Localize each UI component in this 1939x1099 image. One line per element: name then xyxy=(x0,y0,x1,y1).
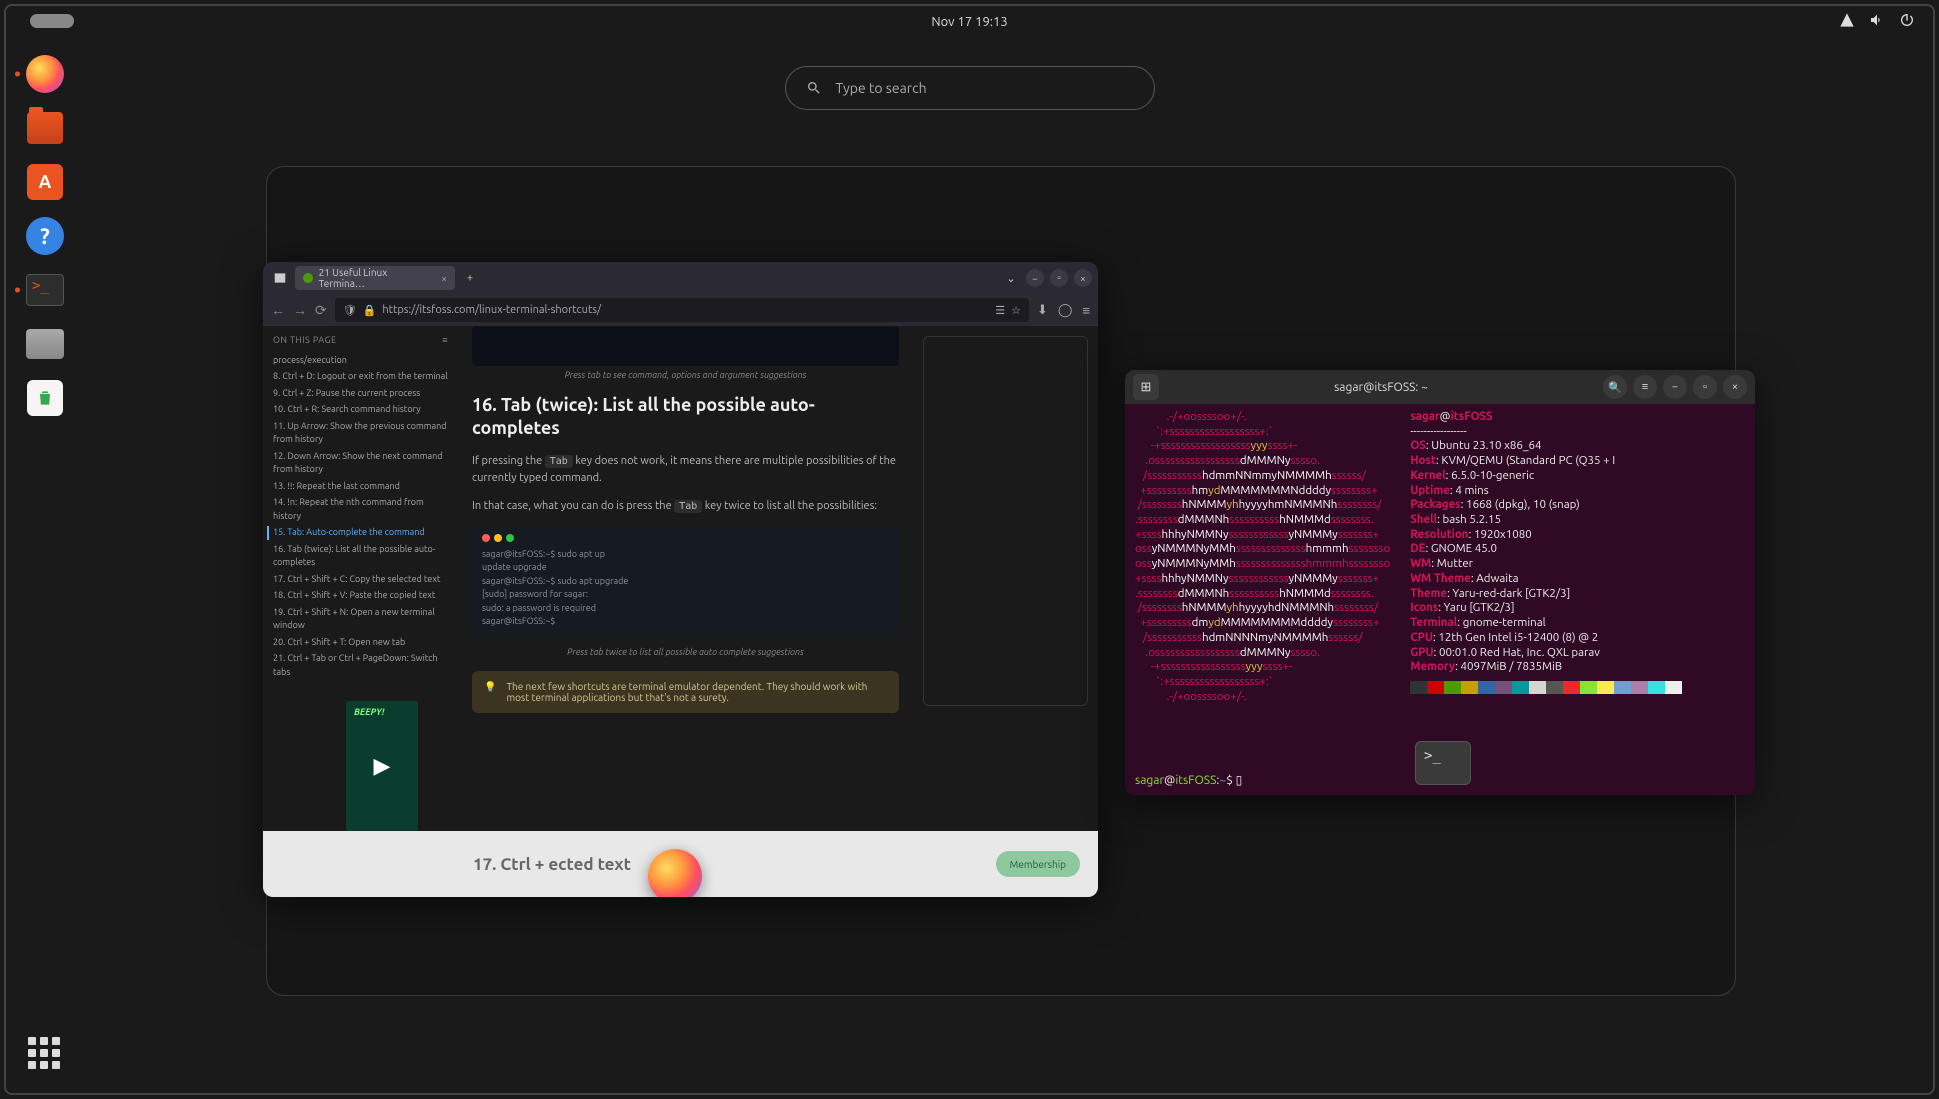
activities-pill[interactable] xyxy=(30,14,74,28)
firefox-icon xyxy=(648,849,702,897)
neofetch-ascii: .-/+oossssoo+/-. `:+ssssssssssssssssss+:… xyxy=(1135,410,1390,789)
new-tab-button[interactable]: + xyxy=(459,267,481,289)
dock-disks[interactable] xyxy=(23,322,67,366)
membership-button[interactable]: Membership xyxy=(996,851,1080,877)
terminal-thumbnail-icon: >_ xyxy=(1415,741,1471,785)
terminal-window[interactable]: ⊞ sagar@itsFOSS: ~ 🔍 ≡ − ▫ × .-/+oosssso… xyxy=(1125,370,1755,795)
toc-item[interactable]: 11. Up Arrow: Show the previous command … xyxy=(273,420,448,447)
tabs-dropdown[interactable]: ⌄ xyxy=(1000,267,1022,289)
software-icon xyxy=(27,164,63,200)
toc-item[interactable]: 14. !n: Repeat the nth command from hist… xyxy=(273,496,448,523)
firefox-icon xyxy=(26,55,64,93)
code-block: sagar@itsFOSS:~$ sudo apt upupdate upgra… xyxy=(472,526,899,637)
video-thumbnail[interactable]: BEEPY! xyxy=(346,701,418,831)
terminal-output[interactable]: .-/+oossssoo+/-. `:+ssssssssssssssssss+:… xyxy=(1125,404,1755,795)
toc-header: ON THIS PAGE xyxy=(273,334,337,348)
toc-toggle[interactable]: ≡ xyxy=(442,334,448,348)
reader-icon[interactable]: ☰ xyxy=(995,304,1005,317)
status-tray[interactable] xyxy=(1839,12,1915,28)
firefox-window[interactable]: 21 Useful Linux Termina… × + ⌄ − ▫ × ← →… xyxy=(263,262,1098,897)
show-apps-button[interactable] xyxy=(28,1037,60,1069)
clock[interactable]: Nov 17 19:13 xyxy=(931,15,1007,29)
toc-item[interactable]: 21. Ctrl + Tab or Ctrl + PageDown: Switc… xyxy=(273,652,448,679)
search-icon xyxy=(806,80,822,96)
toc-item[interactable]: 13. !!: Repeat the last command xyxy=(273,480,448,494)
toc-item[interactable]: 19. Ctrl + Shift + N: Open a new termina… xyxy=(273,606,448,633)
tab-close[interactable]: × xyxy=(441,273,447,284)
menu-icon[interactable]: ≡ xyxy=(1082,303,1090,318)
heading-16: 16. Tab (twice): List all the possible a… xyxy=(472,394,899,441)
toc-item[interactable]: 16. Tab (twice): List all the possible a… xyxy=(273,543,448,570)
dock-trash[interactable] xyxy=(23,376,67,420)
power-icon xyxy=(1899,12,1915,28)
forward-button[interactable]: → xyxy=(293,302,307,318)
close-button[interactable]: × xyxy=(1074,269,1092,287)
article-footer: BEEPY! 17. Ctrl + ected text Membership xyxy=(263,831,1098,897)
paragraph: In that case, what you can do is press t… xyxy=(472,498,899,516)
search-placeholder: Type to search xyxy=(836,80,927,96)
lock-icon: 🔒 xyxy=(363,304,377,317)
address-bar[interactable]: 🛡 🔒 https://itsfoss.com/linux-terminal-s… xyxy=(335,298,1029,322)
maximize-button[interactable]: ▫ xyxy=(1693,375,1717,399)
article-body: Press tab to see command, options and ar… xyxy=(458,326,913,897)
browser-tab[interactable]: 21 Useful Linux Termina… × xyxy=(295,266,455,290)
caption: Press tab to see command, options and ar… xyxy=(472,370,899,380)
note-box: 💡 The next few shortcuts are terminal em… xyxy=(472,671,899,713)
toc-item[interactable]: 12. Down Arrow: Show the next command fr… xyxy=(273,450,448,477)
toc-item[interactable]: process/execution xyxy=(273,354,448,368)
network-icon xyxy=(1839,12,1855,28)
files-icon xyxy=(27,112,63,144)
paragraph: If pressing the Tab key does not work, i… xyxy=(472,453,899,488)
toc-item[interactable]: 17. Ctrl + Shift + C: Copy the selected … xyxy=(273,573,448,587)
caption: Press tab twice to list all possible aut… xyxy=(472,647,899,657)
new-tab-button[interactable]: ⊞ xyxy=(1133,374,1159,400)
terminal-prompt[interactable]: sagar@itsFOSS:~$ ▯ xyxy=(1135,773,1242,787)
terminal-title: sagar@itsFOSS: ~ xyxy=(1167,381,1595,394)
toc-item[interactable]: 8. Ctrl + D: Logout or exit from the ter… xyxy=(273,370,448,384)
shield-icon: 🛡 xyxy=(343,304,357,317)
search-button[interactable]: 🔍 xyxy=(1603,375,1627,399)
heading-17: 17. Ctrl + ected text xyxy=(473,855,631,874)
dock: ? >_ xyxy=(16,52,74,1083)
dock-firefox[interactable] xyxy=(23,52,67,96)
firefox-tabbar: 21 Useful Linux Termina… × + ⌄ − ▫ × xyxy=(263,262,1098,294)
overview-search[interactable]: Type to search xyxy=(785,66,1155,110)
toc-item[interactable]: 18. Ctrl + Shift + V: Paste the copied t… xyxy=(273,589,448,603)
minimize-button[interactable]: − xyxy=(1026,269,1044,287)
gnome-topbar: Nov 17 19:13 xyxy=(6,6,1933,38)
minimize-button[interactable]: − xyxy=(1663,375,1687,399)
close-button[interactable]: × xyxy=(1723,375,1747,399)
url-text: https://itsfoss.com/linux-terminal-short… xyxy=(382,304,601,316)
idea-icon: 💡 xyxy=(484,681,496,693)
toc-item[interactable]: 15. Tab: Auto-complete the command xyxy=(267,526,448,540)
dock-help[interactable]: ? xyxy=(23,214,67,258)
help-icon: ? xyxy=(26,217,64,255)
bookmark-icon[interactable]: ☆ xyxy=(1011,304,1021,317)
terminal-headerbar: ⊞ sagar@itsFOSS: ~ 🔍 ≡ − ▫ × xyxy=(1125,370,1755,404)
back-button[interactable]: ← xyxy=(271,302,285,318)
toc-item[interactable]: 9. Ctrl + Z: Pause the current process xyxy=(273,387,448,401)
toc-item[interactable]: 20. Ctrl + Shift + T: Open new tab xyxy=(273,636,448,650)
toc-item[interactable]: 10. Ctrl + R: Search command history xyxy=(273,403,448,417)
firefox-toolbar: ← → ⟳ 🛡 🔒 https://itsfoss.com/linux-term… xyxy=(263,294,1098,326)
pocket-icon[interactable]: ⬇ xyxy=(1037,303,1048,318)
sidebar-toggle[interactable] xyxy=(269,267,291,289)
article-sidebar xyxy=(913,326,1098,897)
dock-files[interactable] xyxy=(23,106,67,150)
dock-terminal[interactable]: >_ xyxy=(23,268,67,312)
article-image xyxy=(472,326,899,366)
dock-software[interactable] xyxy=(23,160,67,204)
trash-icon xyxy=(27,380,63,416)
volume-icon xyxy=(1869,12,1885,28)
tab-title: 21 Useful Linux Termina… xyxy=(319,267,432,289)
disks-icon xyxy=(26,329,64,359)
account-icon[interactable]: ◯ xyxy=(1058,303,1073,318)
terminal-icon: >_ xyxy=(26,274,64,306)
neofetch-info: sagar@itsFOSS ----------------- OS: Ubun… xyxy=(1410,410,1682,789)
maximize-button[interactable]: ▫ xyxy=(1050,269,1068,287)
reload-button[interactable]: ⟳ xyxy=(315,302,327,319)
menu-button[interactable]: ≡ xyxy=(1633,375,1657,399)
